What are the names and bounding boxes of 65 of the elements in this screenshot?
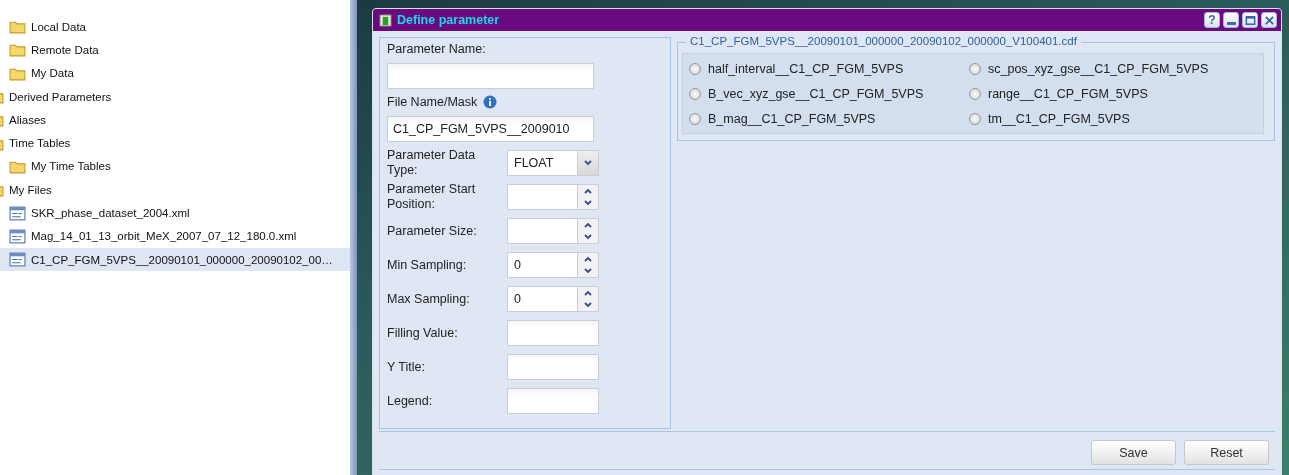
document-icon (9, 205, 26, 221)
text-field[interactable]: C1_CP_FGM_5VPS__2009010 (387, 116, 594, 142)
radio-option[interactable]: half_interval__C1_CP_FGM_5VPS (689, 56, 969, 81)
folder-icon (9, 42, 26, 58)
group-title: C1_CP_FGM_5VPS__20090101_000000_20090102_000000_V100401.cdf (686, 35, 1081, 47)
tree-item[interactable]: SKR_phase_dataset_2004.xml (0, 201, 350, 225)
dropdown[interactable]: FLOAT (507, 150, 599, 176)
field-label: Parameter Data Type: (387, 148, 477, 178)
document-icon (9, 228, 26, 244)
field-label: Max Sampling: (387, 291, 471, 307)
field-label: Parameter Name: (387, 42, 486, 56)
window-icon (379, 13, 392, 27)
field-label: Parameter Start Position: (387, 182, 477, 212)
tree-item[interactable]: Derived Parameters (0, 84, 350, 109)
close-icon (1262, 13, 1276, 27)
tree-item[interactable]: Mag_14_01_13_orbit_MeX_2007_07_12_180.0.xml (0, 224, 350, 248)
window-title: Define parameter (397, 13, 500, 27)
tree-item[interactable]: My Data (0, 61, 350, 85)
reset-button[interactable]: Reset (1184, 440, 1269, 465)
document-icon (9, 252, 26, 268)
field-label: Filling Value: (387, 325, 459, 341)
tree-item[interactable]: Aliases (0, 108, 350, 132)
text-field[interactable] (387, 63, 594, 89)
field-label: Min Sampling: (387, 257, 468, 273)
radio-option[interactable]: B_vec_xyz_gse__C1_CP_FGM_5VPS (689, 81, 969, 106)
close-button[interactable] (1261, 12, 1277, 28)
spinner-field[interactable] (507, 184, 599, 210)
chevron-down-icon (583, 267, 593, 275)
chevron-down-icon (583, 199, 593, 207)
info-icon (483, 95, 498, 109)
maximize-button[interactable] (1242, 12, 1258, 28)
spinner-field[interactable]: 0 (507, 286, 599, 312)
chevron-down-icon (583, 159, 593, 167)
text-field[interactable] (507, 354, 599, 380)
radio-option[interactable]: sc_pos_xyz_gse__C1_CP_FGM_5VPS (969, 56, 1257, 81)
tree-item[interactable]: My Time Tables (0, 154, 350, 179)
maximize-icon (1243, 13, 1257, 27)
radio-option[interactable]: B_mag__C1_CP_FGM_5VPS (689, 106, 969, 131)
field-label: Legend: (387, 393, 434, 409)
text-field[interactable] (507, 388, 599, 414)
folder-icon (9, 19, 26, 35)
help-button[interactable]: ? (1204, 12, 1220, 28)
chevron-up-icon (583, 221, 593, 229)
chevron-down-icon (583, 233, 593, 241)
tree-item[interactable]: My Files (0, 178, 350, 202)
chevron-up-icon (583, 289, 593, 297)
radio-option[interactable]: tm__C1_CP_FGM_5VPS (969, 106, 1257, 131)
chevron-down-icon (583, 301, 593, 309)
chevron-up-icon (583, 255, 593, 263)
tree-item[interactable]: Remote Data (0, 38, 350, 62)
tree-item[interactable]: Local Data (0, 15, 350, 39)
spinner-field[interactable] (507, 218, 599, 244)
splitter[interactable] (350, 0, 357, 475)
tree-item[interactable]: Time Tables (0, 131, 350, 155)
minimize-icon (1226, 21, 1236, 25)
field-label: Y Title: (387, 359, 426, 375)
tree-item[interactable]: C1_CP_FGM_5VPS__20090101_000000_20090102_00… (0, 247, 350, 272)
save-button[interactable]: Save (1091, 440, 1176, 465)
spinner-field[interactable]: 0 (507, 252, 599, 278)
minimize-button[interactable] (1223, 12, 1239, 28)
text-field[interactable] (507, 320, 599, 346)
chevron-up-icon (583, 187, 593, 195)
field-label: Parameter Size: (387, 223, 478, 239)
radio-option[interactable]: range__C1_CP_FGM_5VPS (969, 81, 1257, 106)
field-label: File Name/Mask (387, 95, 478, 109)
